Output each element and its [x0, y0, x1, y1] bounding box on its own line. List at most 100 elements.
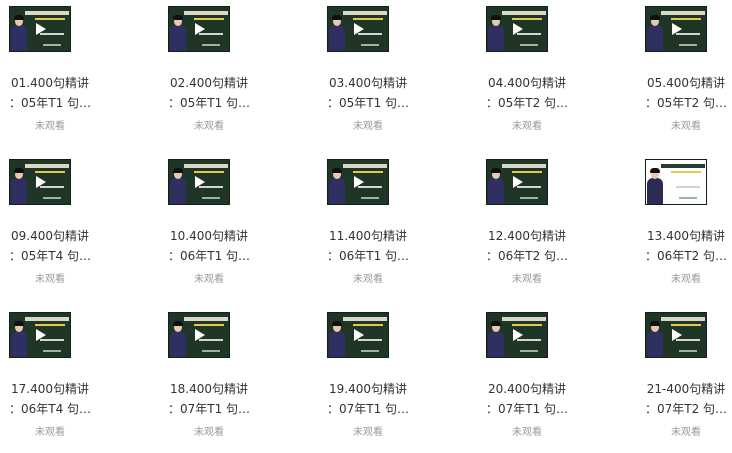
- video-item[interactable]: 05.400句精讲 ：05年T2 句… 未观看: [636, 0, 732, 145]
- video-thumbnail[interactable]: [645, 6, 707, 52]
- video-title[interactable]: 17.400句精讲 ：06年T4 句…: [0, 379, 100, 419]
- video-item[interactable]: 03.400句精讲 ：05年T1 句… 未观看: [318, 0, 448, 145]
- video-title-line2: ：06年T1 句…: [167, 249, 251, 263]
- video-item[interactable]: 10.400句精讲 ：06年T1 句… 未观看: [159, 153, 289, 298]
- video-title[interactable]: 01.400句精讲 ：05年T1 句…: [0, 73, 100, 113]
- play-icon[interactable]: [672, 176, 682, 188]
- video-item[interactable]: 09.400句精讲 ：05年T4 句… 未观看: [0, 153, 130, 298]
- thumbnail-decoration: [353, 18, 383, 20]
- video-title[interactable]: 12.400句精讲 ：06年T2 句…: [477, 226, 577, 266]
- video-thumbnail[interactable]: [327, 312, 389, 358]
- thumbnail-banner: [184, 317, 228, 321]
- play-icon[interactable]: [36, 329, 46, 341]
- play-icon[interactable]: [195, 23, 205, 35]
- play-icon[interactable]: [195, 329, 205, 341]
- video-thumbnail[interactable]: [9, 312, 71, 358]
- play-icon[interactable]: [36, 176, 46, 188]
- presenter-image: [329, 168, 345, 204]
- thumbnail-decoration: [361, 350, 379, 352]
- video-thumbnail[interactable]: [645, 159, 707, 205]
- video-title[interactable]: 18.400句精讲 ：07年T1 句…: [159, 379, 259, 419]
- thumbnail-decoration: [202, 197, 220, 199]
- thumbnail-decoration: [202, 350, 220, 352]
- video-title[interactable]: 19.400句精讲 ：07年T1 句…: [318, 379, 418, 419]
- video-item[interactable]: 02.400句精讲 ：05年T1 句… 未观看: [159, 0, 289, 145]
- video-title[interactable]: 13.400句精讲 ：06年T2 句…: [636, 226, 732, 266]
- video-title-line2: ：05年T1 句…: [326, 96, 410, 110]
- video-thumbnail[interactable]: [9, 159, 71, 205]
- play-icon[interactable]: [672, 23, 682, 35]
- video-title[interactable]: 03.400句精讲 ：05年T1 句…: [318, 73, 418, 113]
- thumbnail-decoration: [671, 324, 701, 326]
- play-icon[interactable]: [354, 329, 364, 341]
- play-icon[interactable]: [513, 329, 523, 341]
- thumbnail-decoration: [361, 44, 379, 46]
- video-title[interactable]: 10.400句精讲 ：06年T1 句…: [159, 226, 259, 266]
- video-thumbnail[interactable]: [168, 159, 230, 205]
- video-thumbnail[interactable]: [9, 6, 71, 52]
- video-item[interactable]: 01.400句精讲 ：05年T1 句… 未观看: [0, 0, 130, 145]
- thumbnail-decoration: [194, 171, 224, 173]
- watch-status: 未观看: [671, 121, 701, 132]
- video-title-line1: 03.400句精讲: [329, 76, 407, 90]
- video-grid: 01.400句精讲 ：05年T1 句… 未观看 02.400句精讲 ：05年T1 句… 未…: [0, 0, 732, 453]
- video-title-line1: 18.400句精讲: [170, 382, 248, 396]
- video-title-line2: ：07年T1 句…: [326, 402, 410, 416]
- thumbnail-decoration: [202, 44, 220, 46]
- video-title-line2: ：05年T1 句…: [167, 96, 251, 110]
- video-thumbnail[interactable]: [168, 6, 230, 52]
- video-item[interactable]: 12.400句精讲 ：06年T2 句… 未观看: [477, 153, 607, 298]
- video-item[interactable]: 20.400句精讲 ：07年T1 句… 未观看: [477, 306, 607, 451]
- video-item[interactable]: 17.400句精讲 ：06年T4 句… 未观看: [0, 306, 130, 451]
- presenter-image: [488, 168, 504, 204]
- watch-status: 未观看: [353, 121, 383, 132]
- video-thumbnail[interactable]: [327, 6, 389, 52]
- thumbnail-decoration: [361, 197, 379, 199]
- play-icon[interactable]: [354, 23, 364, 35]
- play-icon[interactable]: [513, 23, 523, 35]
- video-item[interactable]: 04.400句精讲 ：05年T2 句… 未观看: [477, 0, 607, 145]
- video-title-line2: ：05年T1 句…: [8, 96, 92, 110]
- thumbnail-banner: [661, 11, 705, 15]
- video-item[interactable]: 19.400句精讲 ：07年T1 句… 未观看: [318, 306, 448, 451]
- play-icon[interactable]: [354, 176, 364, 188]
- video-item[interactable]: 18.400句精讲 ：07年T1 句… 未观看: [159, 306, 289, 451]
- video-thumbnail[interactable]: [486, 312, 548, 358]
- play-icon[interactable]: [36, 23, 46, 35]
- presenter-image: [647, 321, 663, 357]
- video-title[interactable]: 02.400句精讲 ：05年T1 句…: [159, 73, 259, 113]
- video-title-line1: 05.400句精讲: [647, 76, 725, 90]
- video-title[interactable]: 05.400句精讲 ：05年T2 句…: [636, 73, 732, 113]
- watch-status: 未观看: [35, 427, 65, 438]
- thumbnail-decoration: [353, 324, 383, 326]
- watch-status: 未观看: [671, 427, 701, 438]
- thumbnail-banner: [343, 11, 387, 15]
- video-title[interactable]: 09.400句精讲 ：05年T4 句…: [0, 226, 100, 266]
- presenter-image: [329, 15, 345, 51]
- thumbnail-decoration: [512, 324, 542, 326]
- video-title[interactable]: 20.400句精讲 ：07年T1 句…: [477, 379, 577, 419]
- video-title[interactable]: 04.400句精讲 ：05年T2 句…: [477, 73, 577, 113]
- video-thumbnail[interactable]: [486, 159, 548, 205]
- video-thumbnail[interactable]: [645, 312, 707, 358]
- video-thumbnail[interactable]: [327, 159, 389, 205]
- presenter-image: [488, 321, 504, 357]
- watch-status: 未观看: [35, 121, 65, 132]
- video-thumbnail[interactable]: [168, 312, 230, 358]
- play-icon[interactable]: [513, 176, 523, 188]
- play-icon[interactable]: [672, 329, 682, 341]
- video-title[interactable]: 21-400句精讲 ：07年T2 句…: [636, 379, 732, 419]
- watch-status: 未观看: [353, 274, 383, 285]
- video-title[interactable]: 11.400句精讲 ：06年T1 句…: [318, 226, 418, 266]
- video-item[interactable]: 21-400句精讲 ：07年T2 句… 未观看: [636, 306, 732, 451]
- video-item[interactable]: 13.400句精讲 ：06年T2 句… 未观看: [636, 153, 732, 298]
- thumbnail-banner: [343, 164, 387, 168]
- video-item[interactable]: 11.400句精讲 ：06年T1 句… 未观看: [318, 153, 448, 298]
- thumbnail-banner: [25, 11, 69, 15]
- thumbnail-banner: [184, 11, 228, 15]
- thumbnail-decoration: [520, 197, 538, 199]
- play-icon[interactable]: [195, 176, 205, 188]
- video-title-line1: 04.400句精讲: [488, 76, 566, 90]
- video-thumbnail[interactable]: [486, 6, 548, 52]
- thumbnail-banner: [25, 164, 69, 168]
